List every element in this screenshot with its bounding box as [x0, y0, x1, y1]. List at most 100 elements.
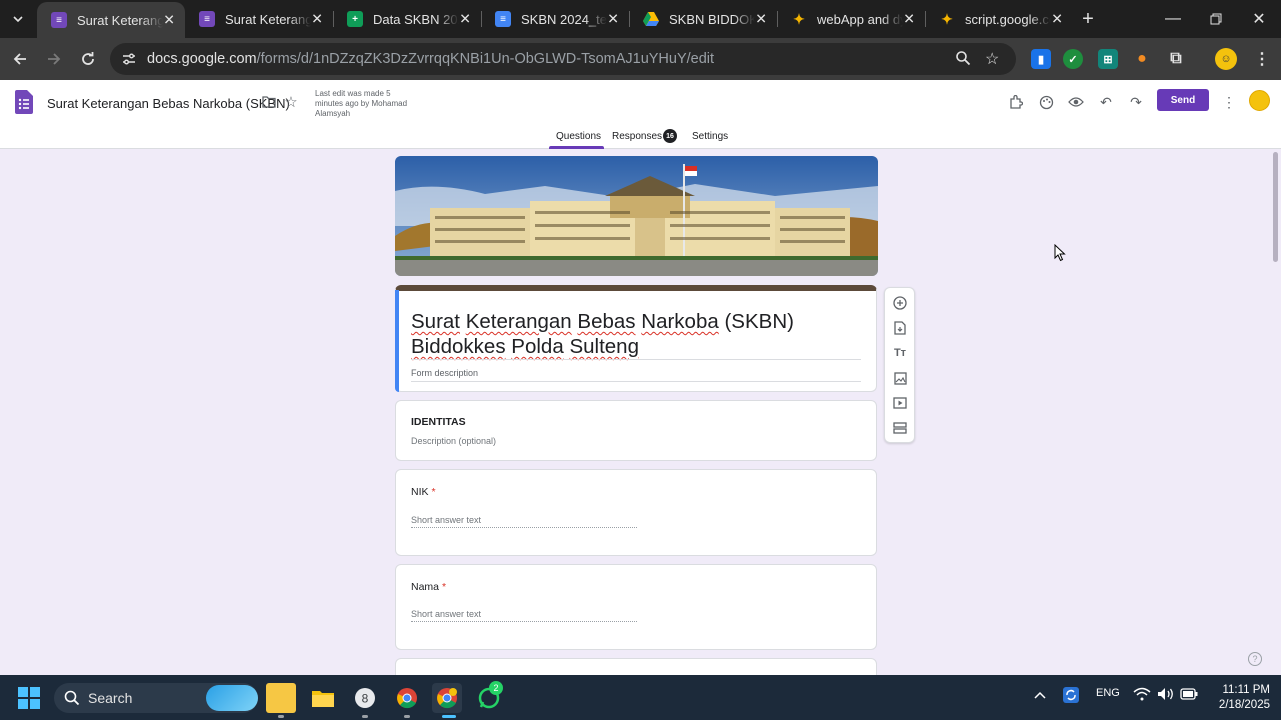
close-window-icon[interactable]: ✕	[1237, 0, 1281, 38]
title-underline	[411, 359, 861, 360]
extension-fire-icon[interactable]: ●	[1132, 49, 1152, 69]
section-description-field[interactable]: Description (optional)	[411, 436, 496, 446]
preview-eye-icon[interactable]	[1066, 92, 1086, 112]
chrome-profile-icon[interactable]	[432, 683, 462, 713]
close-tab-icon[interactable]: ✕	[163, 12, 175, 29]
redo-icon[interactable]: ↷	[1126, 92, 1146, 112]
add-question-icon[interactable]	[892, 295, 908, 311]
zoom-icon[interactable]	[955, 50, 971, 71]
forward-arrow-icon[interactable]	[41, 46, 67, 72]
reload-icon[interactable]	[75, 46, 101, 72]
section-card[interactable]: IDENTITAS Description (optional)	[395, 400, 877, 461]
mouse-cursor-icon	[1054, 243, 1066, 267]
bookmark-star-icon[interactable]: ☆	[985, 49, 999, 69]
selected-card-indicator	[395, 290, 399, 392]
site-info-icon[interactable]	[121, 51, 137, 72]
google-forms-logo-icon[interactable]	[15, 90, 33, 119]
last-edit-text[interactable]: Last edit was made 5 minutes ago by Moha…	[315, 89, 415, 119]
sticky-notes-app-icon[interactable]	[266, 683, 296, 713]
input-language[interactable]: ENG	[1096, 687, 1120, 699]
browser-tab[interactable]: ≡ SKBN 2024_template ✕	[481, 0, 629, 38]
address-bar[interactable]: docs.google.com/forms/d/1nDZzqZK3DzZvrrq…	[110, 43, 1016, 75]
add-section-icon[interactable]	[892, 420, 908, 436]
search-icon	[64, 690, 80, 709]
document-title[interactable]: Surat Keterangan Bebas Narkoba (SKBN)	[47, 96, 290, 111]
form-title-card[interactable]: Surat Keterangan Bebas Narkoba (SKBN) Bi…	[395, 285, 877, 392]
section-title[interactable]: IDENTITAS	[411, 416, 466, 428]
google-drive-icon	[643, 11, 659, 27]
taskbar-search[interactable]: Search	[54, 683, 258, 713]
browser-tab[interactable]: ≡ Surat Keterangan Bebas Narkoba ✕	[185, 0, 333, 38]
profile-avatar[interactable]: ☺	[1215, 48, 1237, 70]
running-indicator	[404, 715, 410, 718]
close-tab-icon[interactable]: ✕	[607, 11, 619, 28]
new-tab-icon[interactable]: +	[1066, 0, 1110, 38]
question-title[interactable]: Nama *	[411, 581, 446, 593]
browser-menu-icon[interactable]: ⋮	[1252, 49, 1272, 69]
google-sheets-icon: +	[347, 11, 363, 27]
extensions-puzzle-icon[interactable]: ⧉	[1166, 49, 1186, 69]
scrollbar-thumb[interactable]	[1273, 152, 1278, 262]
browser-tab-strip: ≡ Surat Keterangan Bebas Narkoba (SKBN) …	[0, 0, 1281, 38]
close-tab-icon[interactable]: ✕	[311, 11, 323, 28]
notification-badge: 2	[489, 681, 503, 695]
customize-theme-icon[interactable]	[1036, 92, 1056, 112]
sync-icon[interactable]	[1062, 686, 1080, 707]
volume-icon[interactable]	[1157, 687, 1175, 704]
app-circle-icon[interactable]: 8	[350, 683, 380, 713]
question-title[interactable]: NIK *	[411, 486, 436, 498]
extension-grid-icon[interactable]: ⊞	[1098, 49, 1118, 69]
browser-tab[interactable]: ≡ Surat Keterangan Bebas Narkoba (SKBN) …	[37, 2, 185, 38]
star-icon[interactable]: ☆	[281, 92, 301, 112]
answer-underline	[411, 527, 637, 528]
system-clock[interactable]: 11:11 PM 2/18/2025	[1204, 683, 1270, 713]
question-card-nama[interactable]: Nama * Short answer text	[395, 564, 877, 650]
form-title[interactable]: Surat Keterangan Bebas Narkoba (SKBN) Bi…	[411, 309, 851, 359]
restore-icon[interactable]	[1194, 0, 1238, 38]
tab-questions[interactable]: Questions	[556, 131, 601, 142]
question-card-nik[interactable]: NIK * Short answer text	[395, 469, 877, 556]
add-video-icon[interactable]	[892, 395, 908, 411]
battery-icon[interactable]	[1180, 687, 1198, 703]
help-icon[interactable]: ?	[1248, 652, 1262, 666]
back-arrow-icon[interactable]	[7, 46, 33, 72]
windows-start-icon[interactable]	[18, 687, 40, 714]
question-toolbar: Tт	[884, 287, 915, 443]
folder-icon[interactable]	[259, 92, 279, 112]
minimize-icon[interactable]: —	[1151, 0, 1195, 38]
tab-search-chevron-icon[interactable]	[5, 6, 31, 32]
more-options-icon[interactable]: ⋮	[1219, 92, 1239, 112]
apps-script-icon: ✦	[793, 10, 805, 27]
close-tab-icon[interactable]: ✕	[755, 11, 767, 28]
short-answer-placeholder: Short answer text	[411, 609, 482, 619]
extension-shield-icon[interactable]: ✓	[1063, 49, 1083, 69]
clock-time: 11:11 PM	[1222, 684, 1270, 696]
tab-settings[interactable]: Settings	[692, 131, 728, 142]
import-questions-icon[interactable]	[892, 320, 908, 336]
apps-script-icon: ✦	[941, 10, 953, 27]
svg-text:8: 8	[362, 692, 369, 706]
file-explorer-icon[interactable]	[308, 683, 338, 713]
google-docs-icon: ≡	[495, 11, 511, 27]
form-header-image[interactable]	[395, 156, 878, 276]
browser-tab[interactable]: ✦ script.google.com ✕	[925, 0, 1073, 38]
close-tab-icon[interactable]: ✕	[459, 11, 471, 28]
browser-tab[interactable]: ✦ webApp and dynamic ✕	[777, 0, 925, 38]
add-ons-icon[interactable]	[1006, 92, 1026, 112]
google-forms-icon: ≡	[51, 12, 67, 28]
wifi-icon[interactable]	[1133, 687, 1151, 704]
browser-tab[interactable]: SKBN BIDDOKKES ✕	[629, 0, 777, 38]
send-button[interactable]: Send	[1157, 89, 1209, 111]
account-avatar[interactable]	[1249, 90, 1270, 111]
close-tab-icon[interactable]: ✕	[903, 11, 915, 28]
chrome-icon[interactable]	[392, 683, 422, 713]
show-hidden-icons-chevron-icon[interactable]	[1034, 687, 1046, 703]
form-description-field[interactable]: Form description	[411, 368, 478, 378]
undo-icon[interactable]: ↶	[1096, 92, 1116, 112]
extension-book-icon[interactable]: ▮	[1031, 49, 1051, 69]
add-title-text-icon[interactable]: Tт	[892, 345, 908, 361]
tab-responses[interactable]: Responses	[612, 131, 662, 142]
add-image-icon[interactable]	[892, 370, 908, 386]
close-tab-icon[interactable]: ✕	[1051, 11, 1063, 28]
browser-tab[interactable]: + Data SKBN 2024 ✕	[333, 0, 481, 38]
